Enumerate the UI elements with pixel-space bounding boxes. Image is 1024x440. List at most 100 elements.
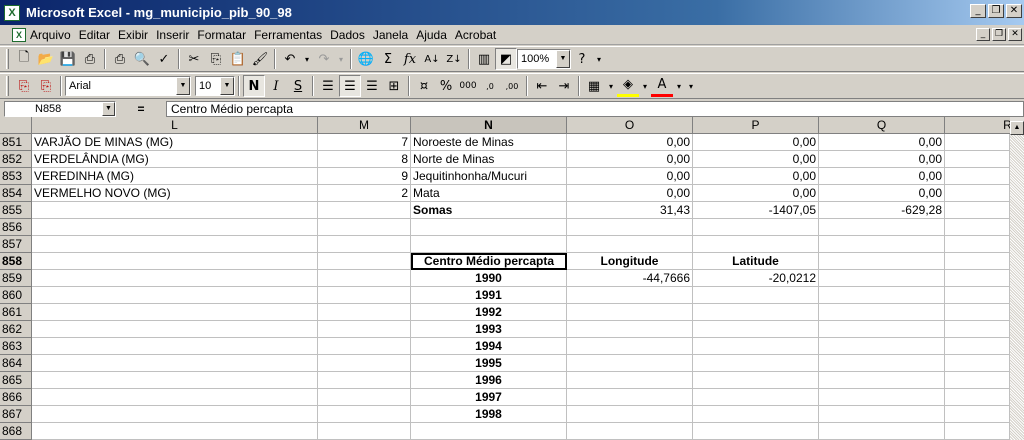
- cell-q[interactable]: 0,00: [819, 151, 945, 168]
- row-header[interactable]: 856: [0, 219, 32, 236]
- align-left-icon[interactable]: ☰: [317, 75, 339, 97]
- undo-icon[interactable]: ↶: [279, 48, 301, 70]
- row-header[interactable]: 864: [0, 355, 32, 372]
- cell-q[interactable]: 0,00: [819, 134, 945, 151]
- cell-p[interactable]: [693, 321, 819, 338]
- cell-l[interactable]: VERDELÂNDIA (MG): [32, 151, 318, 168]
- drawing-icon[interactable]: ◩: [495, 48, 517, 70]
- toolbar-options-icon[interactable]: ▾: [593, 48, 605, 70]
- cell-l[interactable]: [32, 389, 318, 406]
- cell-o[interactable]: 0,00: [567, 185, 693, 202]
- cell-m[interactable]: [318, 389, 411, 406]
- font-color-icon[interactable]: A: [651, 75, 673, 97]
- cell-r[interactable]: [945, 219, 1010, 236]
- hyperlink-icon[interactable]: 🌐: [355, 48, 377, 70]
- row-header[interactable]: 861: [0, 304, 32, 321]
- doc-minimize-button[interactable]: _: [976, 28, 990, 41]
- cell-o[interactable]: [567, 406, 693, 423]
- cell-o[interactable]: [567, 338, 693, 355]
- cell-p[interactable]: [693, 355, 819, 372]
- cell-l[interactable]: [32, 219, 318, 236]
- row-header[interactable]: 866: [0, 389, 32, 406]
- menu-janela[interactable]: Janela: [369, 28, 412, 42]
- cell-q[interactable]: [819, 355, 945, 372]
- help-icon[interactable]: ?: [571, 48, 593, 70]
- cell-n[interactable]: 1994: [411, 338, 567, 355]
- cell-p[interactable]: [693, 389, 819, 406]
- cell-q[interactable]: [819, 389, 945, 406]
- cell-q[interactable]: [819, 253, 945, 270]
- cell-r[interactable]: [945, 151, 1010, 168]
- redo-dropdown-icon[interactable]: ▾: [335, 48, 347, 70]
- paste-icon[interactable]: 📋: [227, 48, 249, 70]
- cell-r[interactable]: [945, 304, 1010, 321]
- cell-p[interactable]: [693, 406, 819, 423]
- cell-n[interactable]: [411, 236, 567, 253]
- chevron-down-icon[interactable]: ▼: [102, 101, 115, 116]
- vertical-scrollbar[interactable]: ▲: [1010, 117, 1024, 440]
- cell-q[interactable]: [819, 372, 945, 389]
- cell-o[interactable]: 0,00: [567, 168, 693, 185]
- cell-n[interactable]: Mata: [411, 185, 567, 202]
- cell-p[interactable]: [693, 423, 819, 440]
- cell-n[interactable]: [411, 423, 567, 440]
- cell-m[interactable]: [318, 219, 411, 236]
- cell-p[interactable]: [693, 219, 819, 236]
- row-header[interactable]: 854: [0, 185, 32, 202]
- row-header[interactable]: 859: [0, 270, 32, 287]
- chevron-down-icon[interactable]: ▼: [556, 50, 570, 68]
- cell-q[interactable]: [819, 287, 945, 304]
- doc-restore-button[interactable]: ❐: [992, 28, 1006, 41]
- cell-p[interactable]: [693, 287, 819, 304]
- autosum-icon[interactable]: Σ: [377, 48, 399, 70]
- toolbar-options-icon[interactable]: ▾: [685, 75, 697, 97]
- cell-n[interactable]: 1998: [411, 406, 567, 423]
- cell-o[interactable]: [567, 287, 693, 304]
- row-header[interactable]: 858: [0, 253, 32, 270]
- cell-q[interactable]: [819, 338, 945, 355]
- cell-p[interactable]: [693, 338, 819, 355]
- cell-p[interactable]: 0,00: [693, 134, 819, 151]
- cell-q[interactable]: [819, 406, 945, 423]
- row-header[interactable]: 868: [0, 423, 32, 440]
- cut-icon[interactable]: ✂: [183, 48, 205, 70]
- fill-color-icon[interactable]: ◈: [617, 75, 639, 97]
- minimize-button[interactable]: _: [970, 4, 986, 18]
- column-header-n[interactable]: N: [411, 117, 567, 134]
- cell-l[interactable]: [32, 372, 318, 389]
- cell-p[interactable]: [693, 236, 819, 253]
- cell-r[interactable]: [945, 236, 1010, 253]
- workbook-icon[interactable]: X: [12, 27, 26, 42]
- doc-close-button[interactable]: ✕: [1008, 28, 1022, 41]
- increase-decimal-icon[interactable]: ,0: [479, 75, 501, 97]
- cell-m[interactable]: [318, 236, 411, 253]
- cell-q[interactable]: [819, 304, 945, 321]
- redo-icon[interactable]: ↷: [313, 48, 335, 70]
- cell-r[interactable]: [945, 168, 1010, 185]
- row-header[interactable]: 863: [0, 338, 32, 355]
- zoom-select[interactable]: 100% ▼: [517, 49, 571, 69]
- cell-l[interactable]: [32, 270, 318, 287]
- cell-p[interactable]: 0,00: [693, 185, 819, 202]
- menu-inserir[interactable]: Inserir: [152, 28, 193, 42]
- menu-dados[interactable]: Dados: [326, 28, 369, 42]
- cell-r[interactable]: [945, 355, 1010, 372]
- cell-o[interactable]: 0,00: [567, 134, 693, 151]
- cell-q[interactable]: [819, 321, 945, 338]
- cell-o[interactable]: [567, 304, 693, 321]
- cell-n[interactable]: Somas: [411, 202, 567, 219]
- row-header[interactable]: 852: [0, 151, 32, 168]
- cell-r[interactable]: [945, 372, 1010, 389]
- column-header-m[interactable]: M: [318, 117, 411, 134]
- save-icon[interactable]: 💾: [57, 48, 79, 70]
- cell-p[interactable]: [693, 304, 819, 321]
- increase-indent-icon[interactable]: ⇥: [553, 75, 575, 97]
- cell-n[interactable]: 1995: [411, 355, 567, 372]
- cell-m[interactable]: [318, 253, 411, 270]
- font-size-select[interactable]: 10 ▼: [195, 76, 235, 96]
- cell-r[interactable]: [945, 185, 1010, 202]
- cell-m[interactable]: [318, 355, 411, 372]
- cell-q[interactable]: [819, 236, 945, 253]
- cell-n[interactable]: 1990: [411, 270, 567, 287]
- cell-m[interactable]: [318, 338, 411, 355]
